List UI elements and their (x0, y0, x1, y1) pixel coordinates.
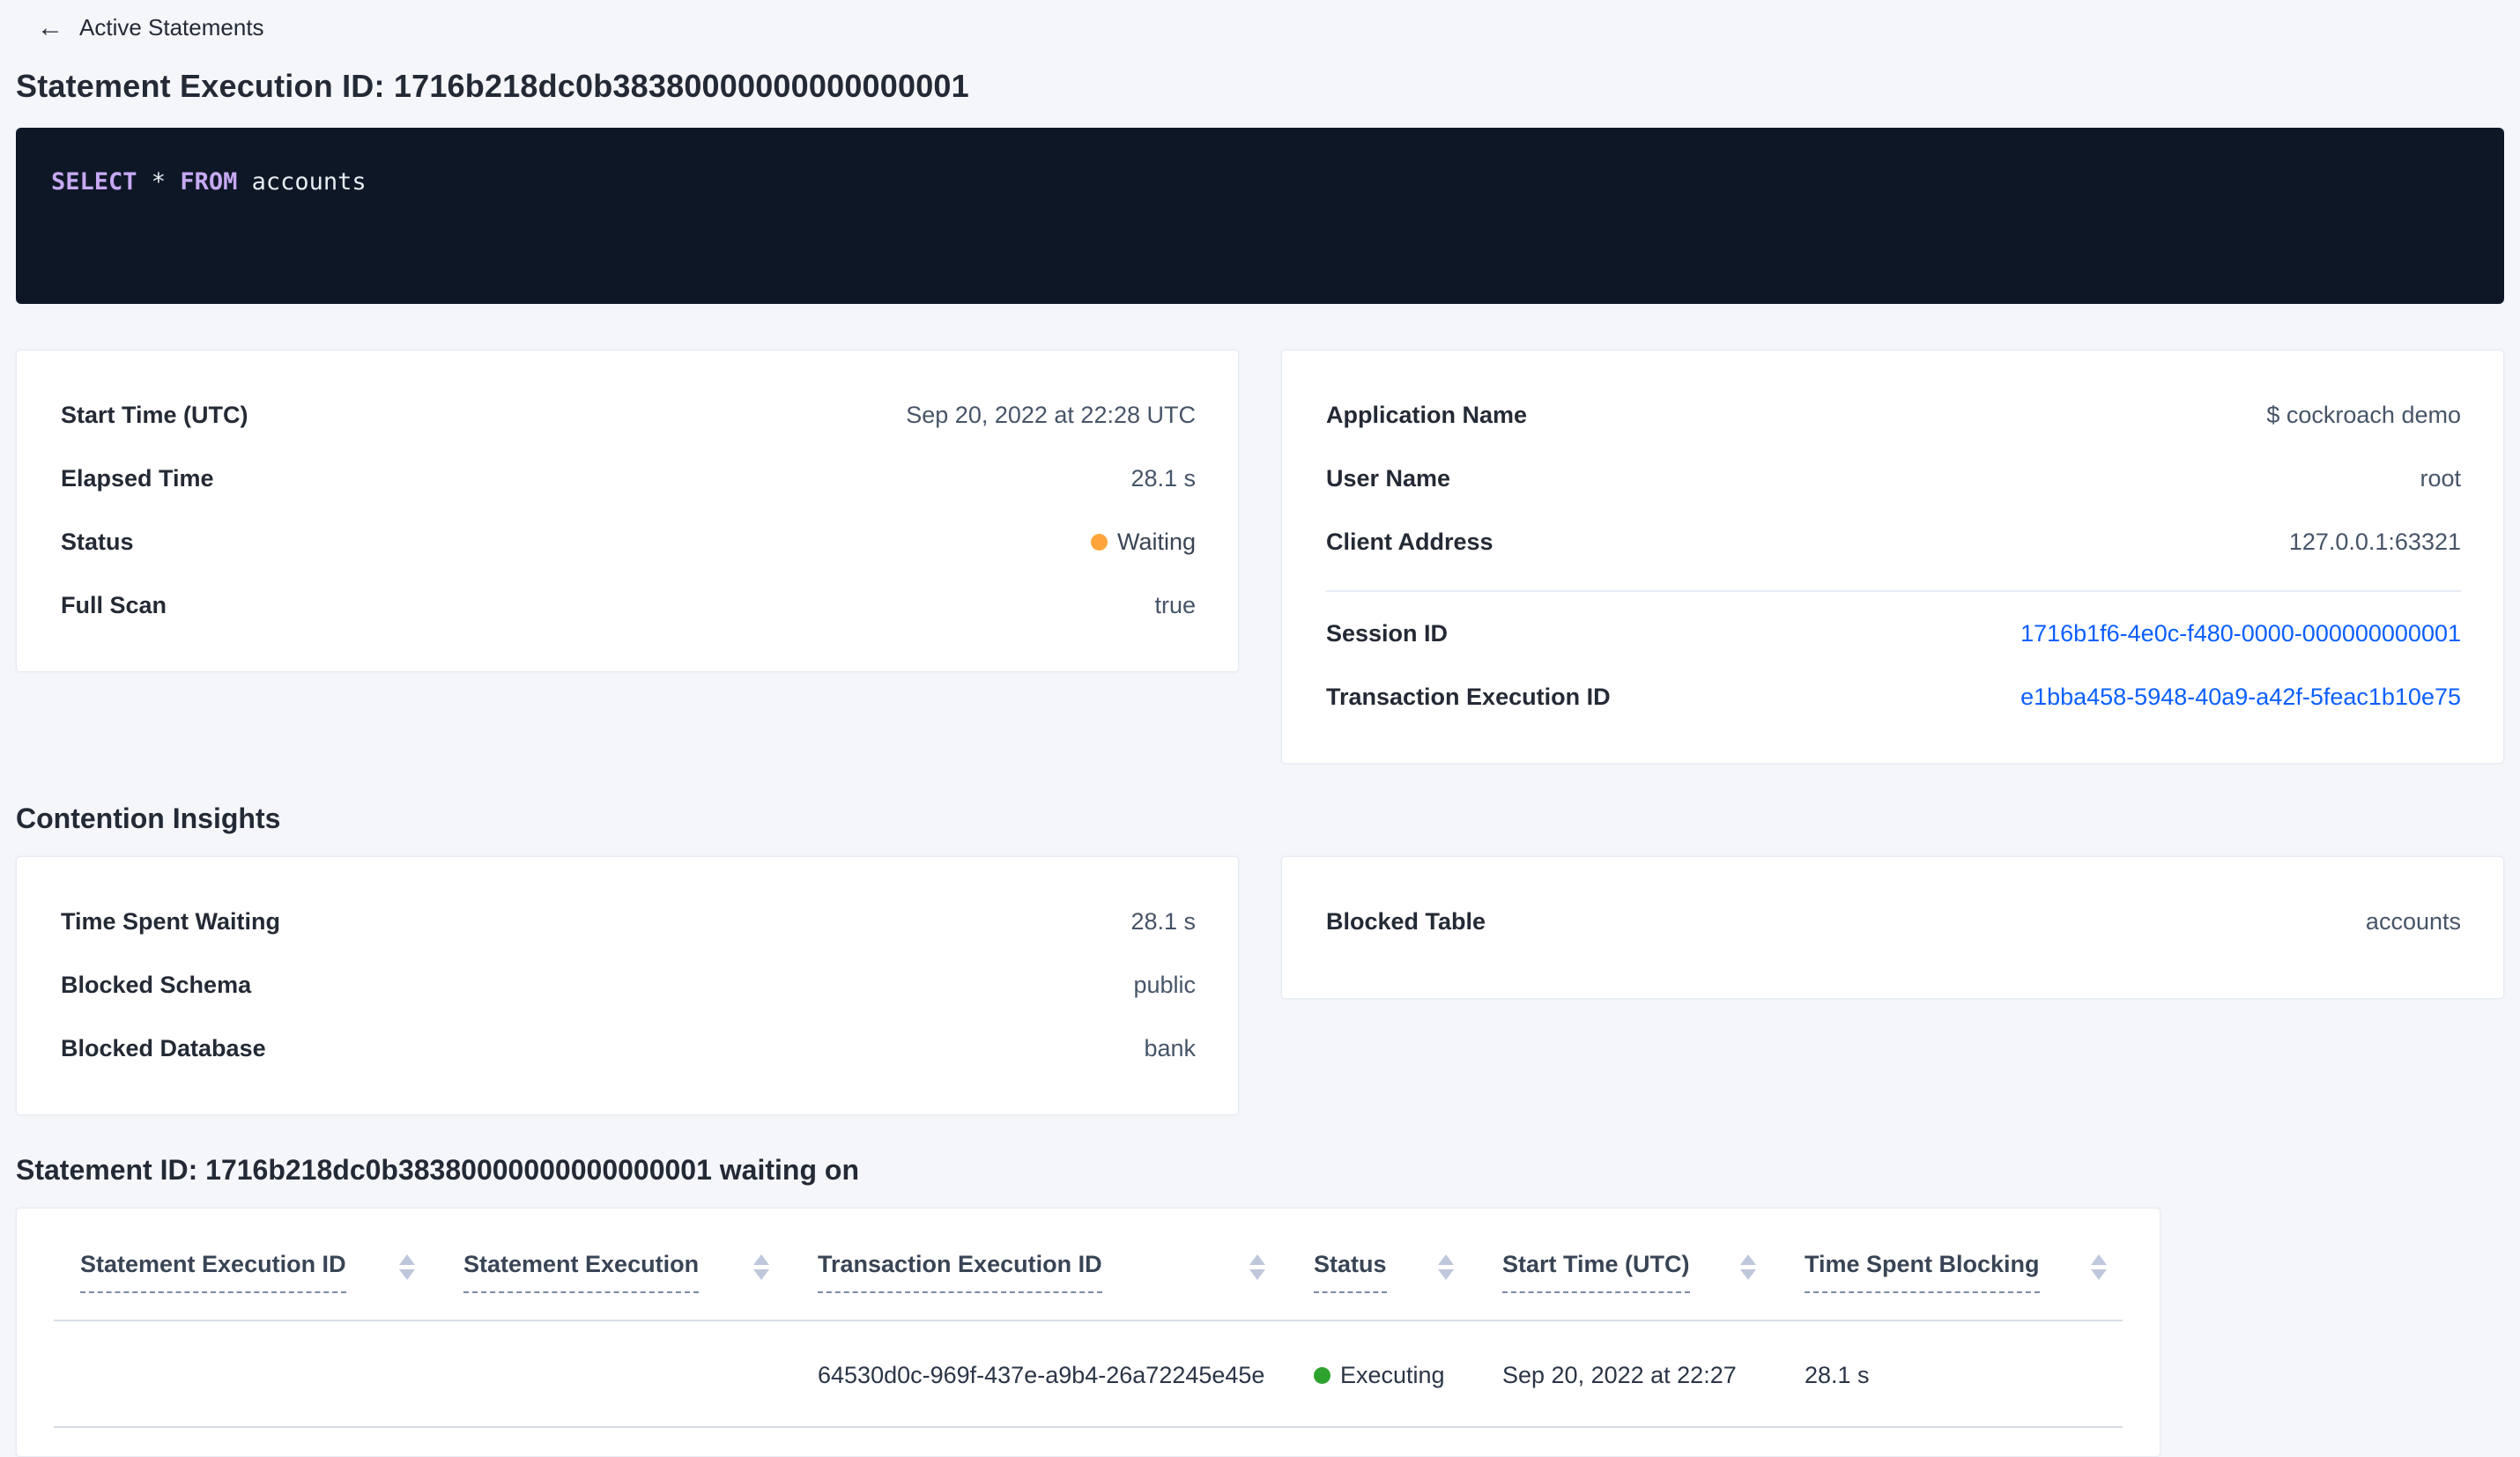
breadcrumb-label: Active Statements (79, 14, 264, 41)
column-header-label: Time Spent Blocking (1805, 1249, 2040, 1293)
sql-keyword: FROM (180, 168, 238, 196)
cell-start-time: Sep 20, 2022 at 22:27 (1502, 1362, 1737, 1389)
sql-text: * (137, 168, 181, 196)
column-header-status[interactable]: Status (1314, 1249, 1502, 1293)
info-row-session-id: Session ID 1716b1f6-4e0c-f480-0000-00000… (1326, 618, 2461, 648)
column-header-label: Status (1314, 1249, 1387, 1293)
application-name-label: Application Name (1326, 402, 1528, 428)
info-row-time-spent-waiting: Time Spent Waiting 28.1 s (61, 906, 1196, 936)
waiting-on-heading: Statement ID: 1716b218dc0b38380000000000… (16, 1154, 859, 1186)
column-header-label: Statement Execution (463, 1249, 700, 1293)
user-name-value: root (2420, 465, 2461, 492)
info-row-transaction-execution-id: Transaction Execution ID e1bba458-5948-4… (1326, 682, 2461, 712)
time-spent-waiting-value: 28.1 s (1130, 908, 1196, 935)
execution-summary-card: Start Time (UTC) Sep 20, 2022 at 22:28 U… (16, 350, 1239, 672)
info-row-user-name: User Name root (1326, 463, 2461, 493)
blocked-table-value: accounts (2365, 908, 2461, 935)
blocked-database-value: bank (1144, 1035, 1196, 1061)
contention-cards-row: Time Spent Waiting 28.1 s Blocked Schema… (16, 856, 2504, 1115)
info-row-status: Status Waiting (61, 527, 1196, 557)
waiting-status-dot-icon (1090, 533, 1108, 551)
info-row-start-time: Start Time (UTC) Sep 20, 2022 at 22:28 U… (61, 400, 1196, 430)
info-row-blocked-database: Blocked Database bank (61, 1033, 1196, 1063)
column-header-label: Transaction Execution ID (818, 1249, 1102, 1293)
session-details-card: Application Name $ cockroach demo User N… (1281, 350, 2504, 764)
client-address-label: Client Address (1326, 529, 1493, 555)
blocked-table-label: Blocked Table (1326, 908, 1486, 935)
table-header-row: Statement Execution ID Statement Executi… (17, 1209, 2160, 1293)
start-time-label: Start Time (UTC) (61, 402, 248, 428)
card-divider (1326, 590, 2461, 592)
sort-arrows-icon (1740, 1249, 1756, 1280)
sql-statement-box: SELECT * FROM accounts (16, 128, 2504, 304)
blocked-schema-label: Blocked Schema (61, 972, 252, 998)
status-value: Waiting (1116, 529, 1196, 555)
time-spent-waiting-label: Time Spent Waiting (61, 908, 281, 935)
breadcrumb: ← Active Statements (16, 0, 2504, 41)
cell-transaction-execution-id: 64530d0c-969f-437e-a9b4-26a72245e45e (818, 1362, 1265, 1389)
column-header-label: Statement Execution ID (80, 1249, 346, 1293)
waiting-on-table-card: Statement Execution ID Statement Executi… (16, 1208, 2161, 1457)
status-label: Status (61, 529, 134, 555)
blocked-database-label: Blocked Database (61, 1035, 266, 1061)
column-header-label: Start Time (UTC) (1502, 1249, 1690, 1293)
back-to-active-statements-link[interactable]: ← Active Statements (37, 14, 264, 41)
elapsed-time-value: 28.1 s (1130, 465, 1196, 492)
back-arrow-icon: ← (37, 12, 63, 42)
status-value: Executing (1340, 1362, 1445, 1388)
info-row-blocked-table: Blocked Table accounts (1326, 906, 2461, 936)
start-time-value: Sep 20, 2022 at 22:28 UTC (906, 402, 1196, 428)
application-name-value: $ cockroach demo (2266, 402, 2461, 428)
elapsed-time-label: Elapsed Time (61, 465, 214, 492)
sort-arrows-icon (1249, 1249, 1265, 1280)
info-row-full-scan: Full Scan true (61, 590, 1196, 620)
cell-time-spent-blocking: 28.1 s (1805, 1362, 1870, 1389)
table-bottom-space (17, 1428, 2160, 1456)
contention-details-card: Time Spent Waiting 28.1 s Blocked Schema… (16, 856, 1239, 1115)
contention-insights-heading: Contention Insights (16, 802, 281, 834)
statement-execution-details-page: ← Active Statements Statement Execution … (0, 0, 2520, 1457)
table-row: 64530d0c-969f-437e-a9b4-26a72245e45e Exe… (17, 1321, 2160, 1426)
transaction-execution-id-link[interactable]: e1bba458-5948-40a9-a42f-5feac1b10e75 (2020, 682, 2461, 712)
status-badge: Executing (1314, 1360, 1445, 1390)
overview-cards-row: Start Time (UTC) Sep 20, 2022 at 22:28 U… (16, 350, 2504, 764)
column-header-time-spent-blocking[interactable]: Time Spent Blocking (1805, 1249, 2124, 1293)
sort-arrows-icon (399, 1249, 415, 1280)
full-scan-label: Full Scan (61, 592, 167, 618)
sort-arrows-icon (753, 1249, 769, 1280)
info-row-blocked-schema: Blocked Schema public (61, 970, 1196, 1000)
page-title: Statement Execution ID: 1716b218dc0b3838… (16, 68, 969, 104)
cell-status: Executing (1314, 1360, 1502, 1391)
sql-keyword: SELECT (51, 168, 137, 196)
column-header-transaction-execution-id[interactable]: Transaction Execution ID (818, 1249, 1314, 1293)
info-row-elapsed-time: Elapsed Time 28.1 s (61, 463, 1196, 493)
executing-status-dot-icon (1314, 1366, 1330, 1384)
blocked-table-card: Blocked Table accounts (1281, 856, 2504, 999)
sort-arrows-icon (1438, 1249, 1454, 1280)
info-row-client-address: Client Address 127.0.0.1:63321 (1326, 527, 2461, 557)
column-header-start-time[interactable]: Start Time (UTC) (1502, 1249, 1805, 1293)
session-id-label: Session ID (1326, 620, 1449, 647)
status-badge: Waiting (1090, 527, 1196, 557)
info-row-application-name: Application Name $ cockroach demo (1326, 400, 2461, 430)
blocked-schema-value: public (1133, 972, 1196, 998)
client-address-value: 127.0.0.1:63321 (2288, 529, 2461, 555)
sort-arrows-icon (2091, 1249, 2107, 1280)
session-id-link[interactable]: 1716b1f6-4e0c-f480-0000-000000000001 (2020, 618, 2461, 648)
user-name-label: User Name (1326, 465, 1451, 492)
column-header-statement-execution[interactable]: Statement Execution (463, 1249, 818, 1293)
full-scan-value: true (1154, 592, 1196, 618)
column-header-statement-execution-id[interactable]: Statement Execution ID (80, 1249, 463, 1293)
transaction-execution-id-label: Transaction Execution ID (1326, 684, 1611, 710)
sql-text: accounts (237, 168, 367, 196)
